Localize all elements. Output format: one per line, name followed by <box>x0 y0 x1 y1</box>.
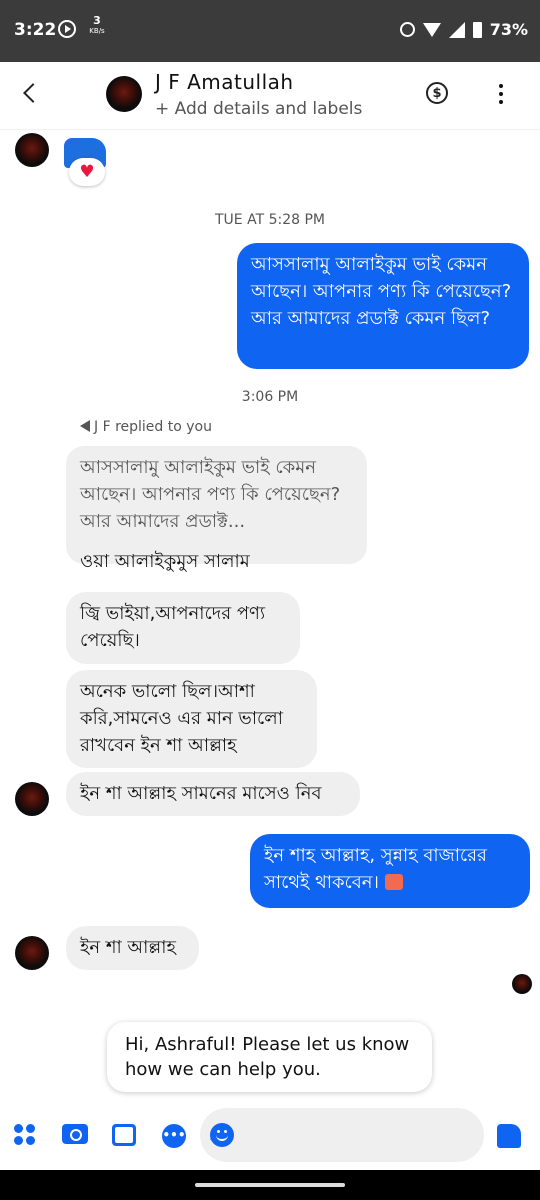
add-details-link[interactable]: + Add details and labels <box>155 99 362 119</box>
contact-avatar-small <box>15 782 49 816</box>
battery-percent: 73% <box>489 20 528 39</box>
incoming-message[interactable]: ইন শা আল্লাহ সামনের মাসেও নিব <box>66 772 360 816</box>
incoming-message[interactable]: জ্বি ভাইয়া,আপনাদের পণ্য পেয়েছি। <box>66 592 300 664</box>
outgoing-message[interactable]: আসসালামু আলাইকুম ভাই কেমন আছেন। আপনার পণ… <box>237 243 529 369</box>
camera-icon[interactable] <box>62 1124 88 1144</box>
reply-message[interactable]: আসসালামু আলাইকুম ভাই কেমন আছেন। আপনার পণ… <box>66 446 367 572</box>
contact-avatar-small <box>15 936 49 970</box>
media-play-icon <box>58 20 76 38</box>
reply-arrow-icon <box>80 420 90 432</box>
message-timestamp: TUE AT 5:28 PM <box>215 212 325 228</box>
messenger-screen: 3:22 3 KB/s 73% J F Amatullah + Add deta… <box>0 0 540 1200</box>
incoming-message[interactable]: ইন শা আল্লাহ <box>66 926 199 970</box>
more-options-icon[interactable] <box>499 84 504 104</box>
network-speed-unit: KB/s <box>89 27 105 35</box>
payment-icon[interactable]: $ <box>426 82 448 104</box>
reply-context-label: J F replied to you <box>94 419 212 435</box>
reply-context: J F replied to you <box>80 419 212 435</box>
gallery-icon[interactable] <box>112 1124 136 1146</box>
apps-grid-icon[interactable] <box>14 1124 36 1146</box>
conversation-header: J F Amatullah + Add details and labels $ <box>0 62 540 130</box>
wifi-icon <box>422 22 441 37</box>
network-speed-value: 3 <box>93 14 101 27</box>
outgoing-message-text: ইন শাহ আল্লাহ, সুন্নাহ বাজারের সাথেই থাক… <box>264 845 487 893</box>
status-icons: 73% <box>399 20 528 39</box>
contact-avatar[interactable] <box>106 76 142 112</box>
reply-message-text: ওয়া আলাইকুমুস সালাম <box>80 551 250 572</box>
gift-heart-emoji-icon <box>384 874 403 890</box>
alarm-icon <box>399 22 415 37</box>
status-time: 3:22 <box>14 20 57 40</box>
message-timestamp: 3:06 PM <box>241 389 299 405</box>
seen-receipt-avatar <box>512 974 532 994</box>
quoted-message-text: আসসালামু আলাইকুম ভাই কেমন আছেন। আপনার পণ… <box>80 457 341 532</box>
status-bar: 3:22 3 KB/s 73% <box>0 0 540 62</box>
heart-reaction[interactable]: ♥ <box>69 158 105 186</box>
network-speed: 3 KB/s <box>84 14 110 36</box>
message-input[interactable]: Aa <box>200 1108 484 1162</box>
more-chat-icon[interactable]: ••• <box>162 1124 186 1148</box>
incoming-message[interactable]: অনেক ভালো ছিল।আশা করি,সামনেও এর মান ভালো… <box>66 670 317 768</box>
contact-avatar-small <box>15 133 49 167</box>
emoji-icon[interactable] <box>210 1123 234 1147</box>
home-gesture-handle[interactable] <box>195 1183 345 1187</box>
system-navigation-bar <box>0 1170 540 1200</box>
outgoing-message[interactable]: ইন শাহ আল্লাহ, সুন্নাহ বাজারের সাথেই থাক… <box>250 834 530 908</box>
cell-signal-icon <box>448 21 465 38</box>
back-arrow-icon[interactable] <box>23 83 43 103</box>
business-greeting-card[interactable]: Hi, Ashraful! Please let us know how we … <box>107 1022 432 1092</box>
battery-icon <box>472 21 482 38</box>
send-like-icon[interactable] <box>497 1124 521 1148</box>
contact-name[interactable]: J F Amatullah <box>155 70 294 94</box>
